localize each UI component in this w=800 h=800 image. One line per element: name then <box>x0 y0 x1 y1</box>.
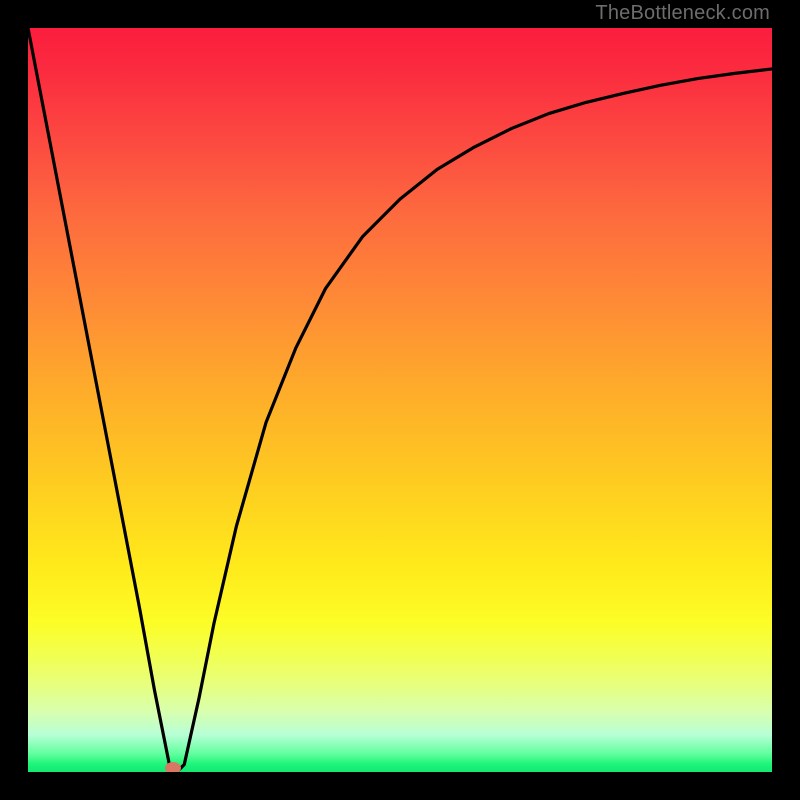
optimal-point-marker-icon <box>165 762 181 772</box>
chart-stage: TheBottleneck.com <box>0 0 800 800</box>
watermark-text: TheBottleneck.com <box>595 2 770 25</box>
plot-area <box>28 28 772 772</box>
bottleneck-curve <box>28 28 772 772</box>
